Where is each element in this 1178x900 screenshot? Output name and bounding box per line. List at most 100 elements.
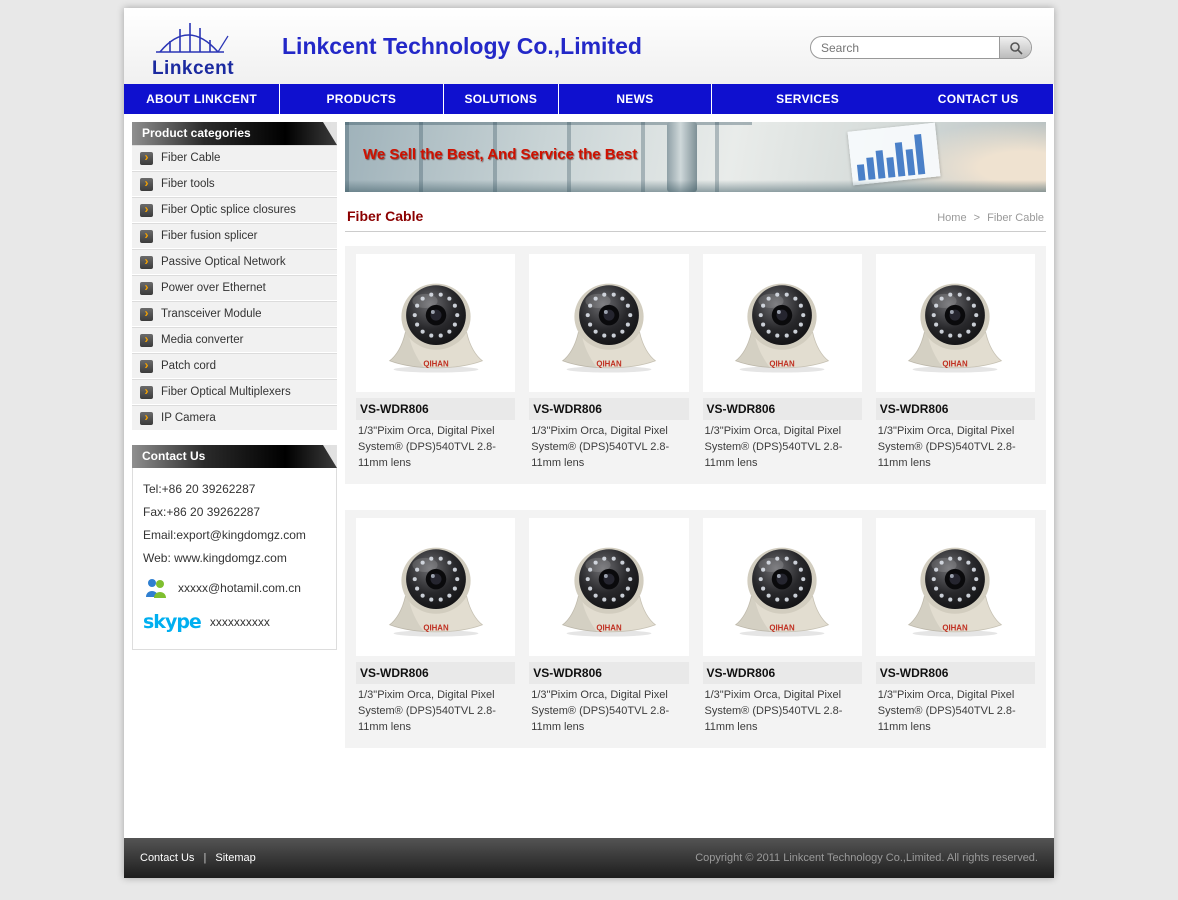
breadcrumb-separator: > [974,212,980,224]
contact-line: Fax:+86 20 39262287 [143,505,326,519]
product-description: 1/3"Pixim Orca, Digital Pixel System® (D… [876,688,1035,746]
contact-line: Email:export@kingdomgz.com [143,528,326,542]
product-card[interactable]: QIHAN VS-WDR806 1/3"Pixim Orca, Digital … [524,254,693,482]
footer-link-separator: | [203,852,206,864]
chevron-right-icon: › [140,360,153,373]
category-item[interactable]: › Fiber tools [132,171,337,197]
chevron-right-icon: › [140,386,153,399]
copyright: Copyright © 2011 Linkcent Technology Co.… [695,852,1038,864]
product-image[interactable]: QIHAN [529,254,688,392]
search-button[interactable] [999,36,1031,59]
breadcrumb: Home > Fiber Cable [937,212,1044,224]
category-item[interactable]: › Media converter [132,327,337,353]
product-row-2: QIHAN VS-WDR806 1/3"Pixim Orca, Digital … [345,510,1046,748]
category-label: Passive Optical Network [161,256,286,268]
product-name[interactable]: VS-WDR806 [703,662,862,684]
dome-camera-image: QIHAN [550,271,668,375]
category-item[interactable]: › Patch cord [132,353,337,379]
banner: We Sell the Best, And Service the Best [345,122,1046,192]
category-item[interactable]: › Fiber Optical Multiplexers [132,379,337,405]
category-item[interactable]: › Passive Optical Network [132,249,337,275]
camera-brand-label: QIHAN [943,359,969,368]
product-image[interactable]: QIHAN [703,254,862,392]
product-card[interactable]: QIHAN VS-WDR806 1/3"Pixim Orca, Digital … [351,518,520,746]
product-image[interactable]: QIHAN [529,518,688,656]
camera-brand-label: QIHAN [423,623,449,632]
contact-line: Tel:+86 20 39262287 [143,482,326,496]
bridge-logo-icon [154,16,232,56]
product-name[interactable]: VS-WDR806 [703,398,862,420]
category-label: Fiber fusion splicer [161,230,258,242]
banner-slogan: We Sell the Best, And Service the Best [363,146,637,163]
footer: Contact Us | Sitemap Copyright © 2011 Li… [124,838,1054,878]
category-item[interactable]: › Power over Ethernet [132,275,337,301]
footer-contact-link[interactable]: Contact Us [140,852,194,864]
skype-id[interactable]: xxxxxxxxxx [210,615,270,629]
category-list: › Fiber Cable › Fiber tools › Fiber Opti… [132,145,337,431]
product-card[interactable]: QIHAN VS-WDR806 1/3"Pixim Orca, Digital … [698,254,867,482]
product-description: 1/3"Pixim Orca, Digital Pixel System® (D… [703,688,862,746]
product-categories-header: Product categories [132,122,337,145]
product-image[interactable]: QIHAN [876,518,1035,656]
category-item[interactable]: › Fiber Optic splice closures [132,197,337,223]
category-label: Power over Ethernet [161,282,266,294]
product-card[interactable]: QIHAN VS-WDR806 1/3"Pixim Orca, Digital … [871,518,1040,746]
camera-brand-label: QIHAN [943,623,969,632]
category-item[interactable]: › Fiber fusion splicer [132,223,337,249]
dome-camera-image: QIHAN [896,271,1014,375]
product-card[interactable]: QIHAN VS-WDR806 1/3"Pixim Orca, Digital … [698,518,867,746]
product-row-1: QIHAN VS-WDR806 1/3"Pixim Orca, Digital … [345,246,1046,484]
product-image[interactable]: QIHAN [356,254,515,392]
product-name[interactable]: VS-WDR806 [876,662,1035,684]
product-name[interactable]: VS-WDR806 [529,662,688,684]
product-image[interactable]: QIHAN [356,518,515,656]
nav-item[interactable]: PRODUCTS [280,84,444,114]
footer-sitemap-link[interactable]: Sitemap [215,852,255,864]
nav-item[interactable]: SERVICES [712,84,903,114]
product-name[interactable]: VS-WDR806 [529,398,688,420]
sidebar: Product categories › Fiber Cable › Fiber… [132,122,337,650]
product-name[interactable]: VS-WDR806 [876,398,1035,420]
banner-chart-decor [847,123,940,186]
breadcrumb-home[interactable]: Home [937,212,966,224]
msn-address[interactable]: xxxxx@hotamil.com.cn [178,581,301,595]
product-card[interactable]: QIHAN VS-WDR806 1/3"Pixim Orca, Digital … [351,254,520,482]
product-image[interactable]: QIHAN [876,254,1035,392]
contact-line: Web: www.kingdomgz.com [143,551,326,565]
product-description: 1/3"Pixim Orca, Digital Pixel System® (D… [703,424,862,482]
logo-text: Linkcent [132,58,254,80]
chevron-right-icon: › [140,334,153,347]
nav-item[interactable]: CONTACT US [903,84,1054,114]
dome-camera-image: QIHAN [377,271,495,375]
main-column: We Sell the Best, And Service the Best F… [345,122,1046,748]
product-name[interactable]: VS-WDR806 [356,398,515,420]
chevron-right-icon: › [140,178,153,191]
camera-brand-label: QIHAN [596,623,622,632]
dome-camera-image: QIHAN [550,535,668,639]
product-description: 1/3"Pixim Orca, Digital Pixel System® (D… [529,424,688,482]
chevron-right-icon: › [140,412,153,425]
nav-item[interactable]: ABOUT LINKCENT [124,84,280,114]
camera-brand-label: QIHAN [769,359,795,368]
nav-item[interactable]: SOLUTIONS [444,84,559,114]
product-card[interactable]: QIHAN VS-WDR806 1/3"Pixim Orca, Digital … [871,254,1040,482]
footer-links: Contact Us | Sitemap [140,852,256,864]
category-item[interactable]: › Transceiver Module [132,301,337,327]
search-input[interactable] [821,41,999,55]
banner-desk-decor [345,180,1046,192]
category-label: Fiber tools [161,178,215,190]
nav-item[interactable]: NEWS [559,84,712,114]
product-image[interactable]: QIHAN [703,518,862,656]
category-label: Patch cord [161,360,216,372]
product-card[interactable]: QIHAN VS-WDR806 1/3"Pixim Orca, Digital … [524,518,693,746]
category-item[interactable]: › Fiber Cable [132,145,337,171]
product-name[interactable]: VS-WDR806 [356,662,515,684]
product-description: 1/3"Pixim Orca, Digital Pixel System® (D… [876,424,1035,482]
page: Linkcent Linkcent Technology Co.,Limited… [124,8,1054,878]
logo[interactable]: Linkcent [124,12,254,80]
category-item[interactable]: › IP Camera [132,405,337,431]
dome-camera-image: QIHAN [723,535,841,639]
dome-camera-image: QIHAN [896,535,1014,639]
chevron-right-icon: › [140,152,153,165]
msn-row: xxxxx@hotamil.com.cn [143,577,326,599]
